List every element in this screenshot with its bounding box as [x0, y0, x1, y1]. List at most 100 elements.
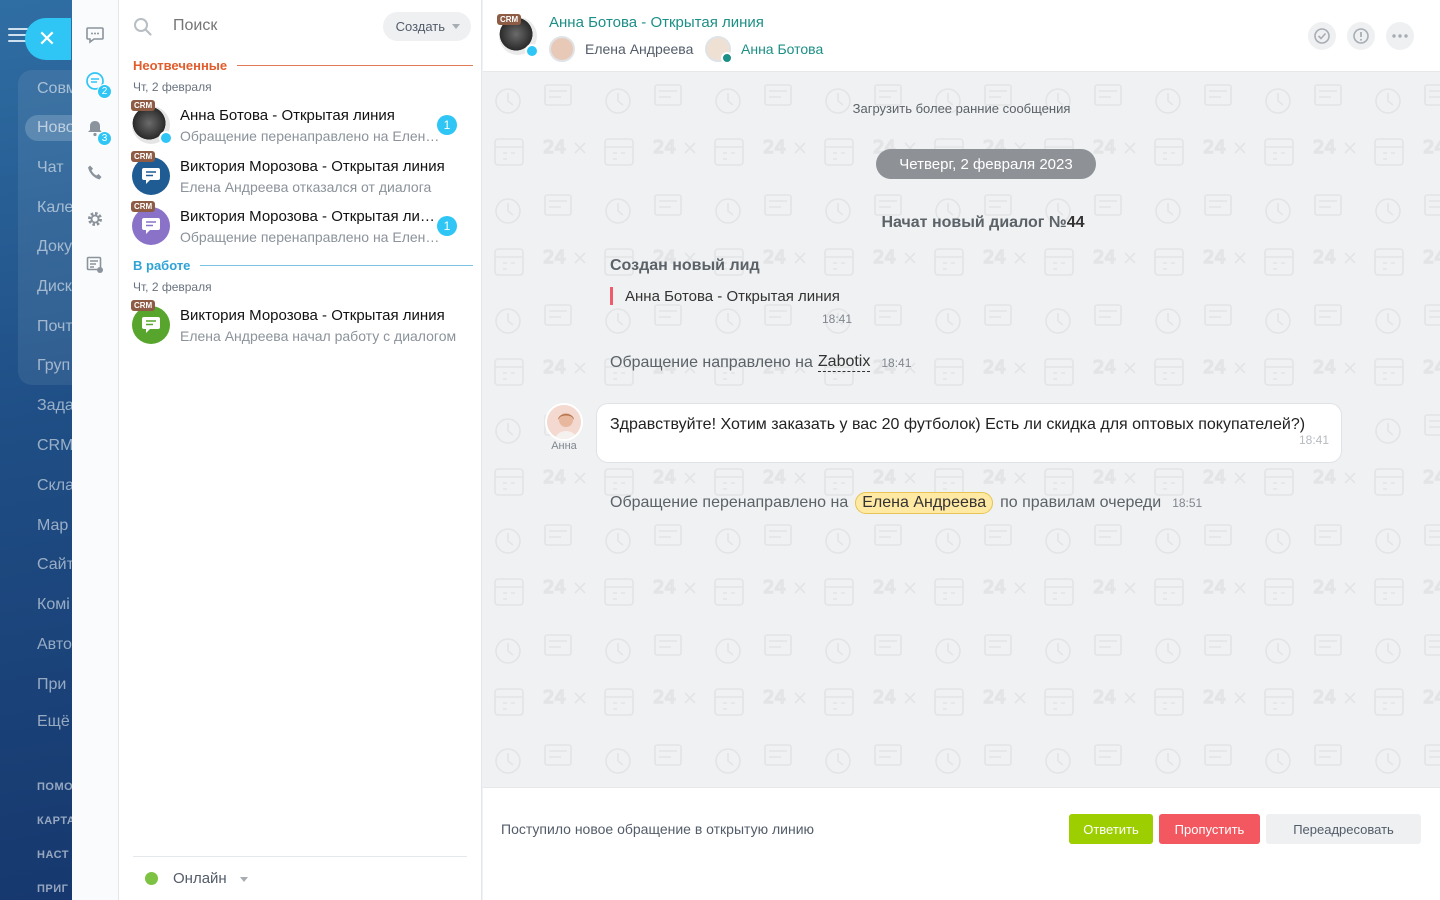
avatar: [549, 36, 575, 62]
menu-small-2[interactable]: НАСТ: [37, 849, 69, 861]
new-dialog-notice: Начат новый диалог №44: [483, 214, 1440, 232]
forward-button[interactable]: Переадресовать: [1266, 814, 1421, 844]
unread-counter: 1: [437, 115, 457, 135]
phone-icon[interactable]: [84, 162, 106, 184]
new-request-notice: Поступило новое обращение в открытую лин…: [501, 821, 815, 837]
status-label: Онлайн: [173, 870, 227, 887]
new-dialog-number: 44: [1066, 214, 1085, 231]
crm-badge: CRM: [131, 201, 156, 212]
member-client[interactable]: Анна Ботова: [705, 35, 824, 64]
avatar: [132, 207, 170, 245]
create-button[interactable]: Создать: [382, 12, 471, 41]
chat-item[interactable]: CRM Виктория Морозова - Открытая линия Е…: [129, 300, 474, 351]
menu-small-3[interactable]: ПРИГ: [37, 883, 68, 895]
openline-link[interactable]: Zabotix: [817, 353, 871, 372]
menu-item-0[interactable]: Совм: [37, 80, 72, 98]
chat-item[interactable]: CRM Виктория Морозова - Открытая линия О…: [129, 201, 474, 252]
crm-badge: CRM: [497, 14, 522, 25]
search-icon: [133, 17, 153, 42]
menu-item-11[interactable]: Мар: [37, 517, 68, 535]
message-time: 18:51: [1172, 496, 1203, 510]
menu-item-more[interactable]: Ещё: [37, 713, 70, 731]
avatar: [132, 157, 170, 195]
message-time: 18:41: [822, 312, 853, 326]
group-title-label: В работе: [133, 258, 191, 273]
group-title-label: Неотвеченные: [133, 58, 228, 73]
menu-item-1[interactable]: Ново: [25, 115, 72, 141]
menu-item-14[interactable]: Авто: [37, 636, 72, 654]
message-text: Здравствуйте! Хотим заказать у вас 20 фу…: [610, 416, 1306, 433]
chat-body: 24 Загрузить более ранние сообщения Четв…: [483, 73, 1440, 787]
menu-item-5[interactable]: Диск: [37, 278, 72, 296]
chat-item-title: Виктория Морозова - Открытая линия: [180, 307, 445, 324]
notifications-icon[interactable]: 3: [84, 117, 112, 146]
menu-item-6[interactable]: Почт: [37, 318, 72, 336]
search-input[interactable]: [173, 17, 353, 35]
close-messenger-button[interactable]: ✕: [25, 18, 71, 60]
crm-badge: CRM: [131, 151, 156, 162]
group-divider: [200, 265, 473, 266]
menu-small-1[interactable]: КАРТА: [37, 815, 72, 827]
chat-item-title: Виктория Морозова - Открытая линия: [180, 208, 440, 225]
finish-dialog-button[interactable]: [1308, 22, 1336, 50]
menu-item-8[interactable]: Зада: [37, 397, 72, 415]
chat-item-title: Виктория Морозова - Открытая линия: [180, 158, 445, 175]
recent-list-panel: Создать Неотвеченные Чт, 2 февраля CRM А…: [119, 0, 482, 900]
status-selector[interactable]: Онлайн: [133, 856, 467, 900]
crm-badge: CRM: [131, 300, 156, 311]
menu-item-12[interactable]: Сайт: [37, 556, 72, 574]
menu-item-15[interactable]: При: [37, 676, 66, 694]
menu-item-9[interactable]: CRM: [37, 437, 72, 455]
load-earlier-link[interactable]: Загрузить более ранние сообщения: [483, 101, 1440, 116]
client-avatar[interactable]: [545, 403, 583, 441]
crm-badge: CRM: [131, 100, 156, 111]
lead-name-link[interactable]: Анна Ботова - Открытая линия: [625, 288, 840, 305]
chat-item-title: Анна Ботова - Открытая линия: [180, 107, 395, 124]
settings-gear-icon[interactable]: [84, 208, 106, 230]
menu-item-3[interactable]: Кале: [37, 199, 72, 217]
check-circle-icon: [1314, 28, 1330, 44]
menu-item-2[interactable]: Чат: [37, 159, 64, 177]
create-button-label: Создать: [395, 19, 445, 34]
avatar: [705, 36, 733, 64]
chat-bubble-icon: [142, 218, 160, 234]
operator-mention[interactable]: Елена Андреева: [855, 492, 994, 514]
skip-button[interactable]: Пропустить: [1159, 814, 1260, 844]
group-date: Чт, 2 февраля: [133, 280, 212, 294]
dialog-title[interactable]: Анна Ботова - Открытая линия: [549, 14, 764, 31]
lead-title: Создан новый лид: [610, 257, 760, 274]
menu-item-7[interactable]: Груп: [37, 357, 70, 375]
chat-item-subtitle: Елена Андреева отказался от диалога: [180, 179, 432, 195]
openline-icon: [721, 52, 733, 64]
menu-item-10[interactable]: Скла: [37, 477, 72, 495]
alert-icon: [1353, 28, 1369, 44]
redirected-text: Обращение перенаправлено на: [610, 494, 849, 511]
spam-button[interactable]: [1347, 22, 1375, 50]
openlines-settings-icon[interactable]: [84, 254, 106, 276]
member-operator[interactable]: Елена Андреева: [549, 35, 693, 63]
messenger-icon-rail: 2 3: [72, 0, 119, 900]
routed-notice: Обращение направлено на Zabotix 18:41: [610, 353, 911, 372]
menu-small-0[interactable]: ПОМО: [37, 781, 72, 793]
telegram-icon: [159, 131, 173, 145]
telegram-icon: [525, 44, 539, 58]
dialog-footer: Поступило новое обращение в открытую лин…: [483, 787, 1440, 900]
more-button[interactable]: [1386, 22, 1414, 50]
menu-item-13[interactable]: Комі: [37, 596, 70, 614]
menu-item-4[interactable]: Доку: [37, 238, 72, 256]
search-bar: Создать: [133, 12, 473, 42]
unread-counter: 1: [437, 216, 457, 236]
chat-item-subtitle: Обращение перенаправлено на Елена Андрее…: [180, 229, 445, 245]
member-name: Анна Ботова: [741, 41, 824, 57]
openlines-icon[interactable]: 2: [84, 70, 112, 99]
portal-left-menu: Совм Ново Чат Кале Доку Диск Почт Груп З…: [0, 0, 72, 900]
chat-item[interactable]: CRM Анна Ботова - Открытая линия Обращен…: [129, 100, 474, 151]
group-date: Чт, 2 февраля: [133, 80, 212, 94]
message-time: 18:41: [1298, 433, 1329, 447]
answer-button[interactable]: Ответить: [1069, 814, 1153, 844]
chevron-down-icon: [452, 24, 460, 29]
message-time: 18:41: [881, 355, 912, 370]
redirected-suffix: по правилам очереди: [1000, 494, 1162, 511]
chats-icon[interactable]: [84, 24, 106, 46]
chat-item[interactable]: CRM Виктория Морозова - Открытая линия Е…: [129, 151, 474, 202]
